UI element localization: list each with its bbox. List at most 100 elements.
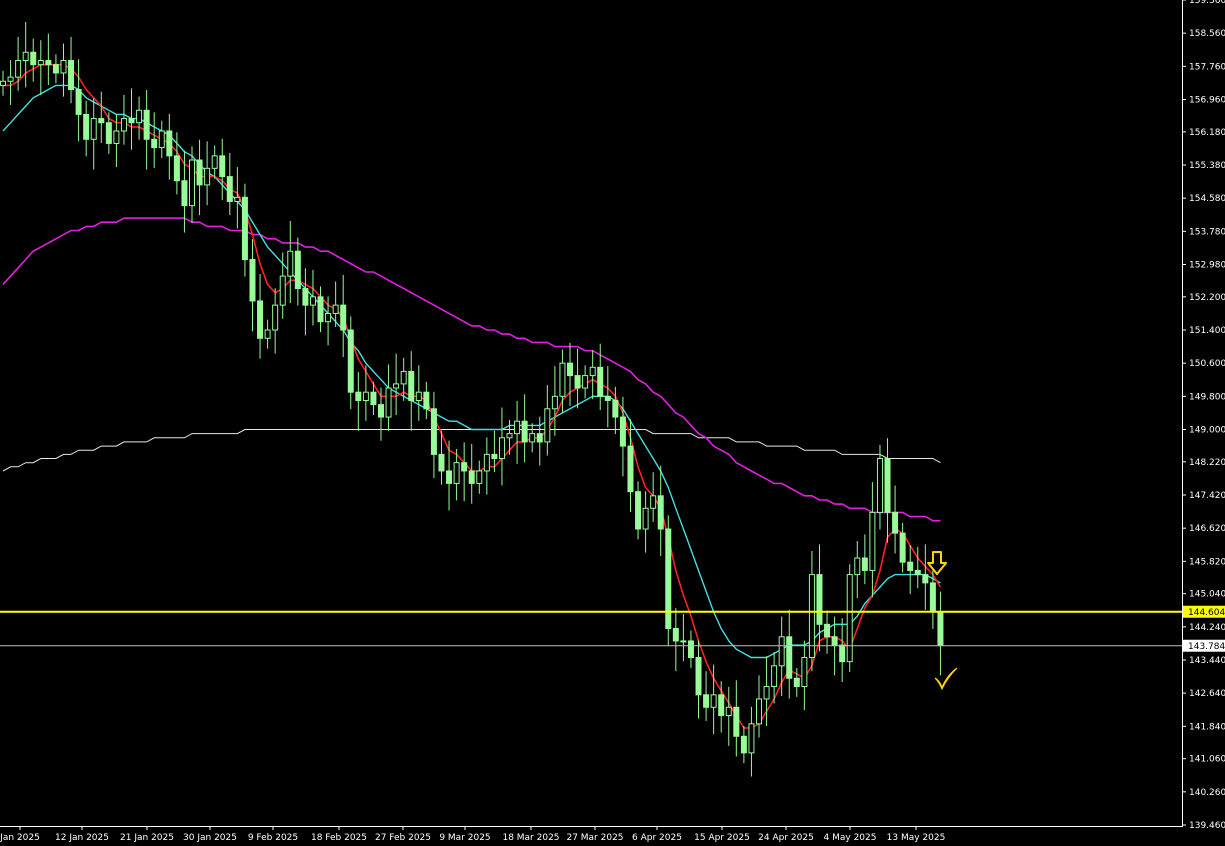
candle-body-bullish — [771, 665, 778, 688]
candle-body-bullish — [725, 706, 732, 717]
candle-body-bearish — [604, 395, 611, 401]
candle-body-bearish — [619, 416, 626, 447]
candle-body-bullish — [808, 574, 815, 659]
candle-body-bullish — [514, 420, 521, 435]
price-chart: 144.604 143.784 139.460 140.260 141.060 141.… — [0, 0, 1225, 846]
time-tick-label: 21 Jan 2025 — [120, 833, 174, 843]
candle-body-bearish — [597, 366, 604, 397]
candle-body-bullish — [158, 130, 165, 149]
candle-body-bearish — [816, 574, 823, 625]
candle-body-bearish — [98, 118, 105, 124]
candle-body-bearish — [438, 453, 445, 472]
candle-body-bearish — [83, 113, 90, 140]
candle-body-bearish — [370, 391, 377, 406]
candle-body-bullish — [15, 60, 22, 78]
candle-body-bearish — [408, 370, 415, 401]
candle-body-bearish — [219, 155, 226, 178]
candle-body-bullish — [211, 155, 218, 169]
price-tick-label: 152.980 — [1189, 260, 1225, 270]
time-tick-label: 15 Apr 2025 — [694, 833, 750, 843]
price-tick-label: 154.580 — [1189, 194, 1225, 204]
candle-body-bearish — [892, 511, 899, 534]
candle-body-bearish — [718, 694, 725, 717]
candle-body-bullish — [589, 366, 596, 377]
price-tick-label: 141.840 — [1189, 722, 1225, 732]
candle-body-bullish — [476, 470, 483, 484]
candle-body-bearish — [657, 495, 664, 530]
price-tick-label: 157.760 — [1189, 62, 1225, 72]
candle-body-bearish — [491, 453, 498, 460]
candle-body-bullish — [136, 109, 143, 124]
candle-body-bearish — [128, 118, 135, 124]
time-tick-label: 24 Apr 2025 — [758, 833, 814, 843]
price-tick-label: 152.200 — [1189, 293, 1225, 303]
candle-body-bearish — [294, 250, 301, 290]
candle-body-bearish — [695, 657, 702, 696]
time-tick-label: 27 Mar 2025 — [566, 833, 623, 843]
price-tick-label: 143.440 — [1189, 656, 1225, 666]
time-tick-label: 13 May 2025 — [887, 833, 946, 843]
price-tick-label: 156.960 — [1189, 95, 1225, 105]
time-tick-label: 18 Mar 2025 — [502, 833, 559, 843]
candle-body-bullish — [60, 60, 67, 74]
candle-body-bearish — [567, 362, 573, 377]
candle-body-bearish — [574, 375, 581, 389]
price-tick-label: 147.420 — [1189, 491, 1225, 501]
candle-body-bearish — [687, 640, 694, 659]
candle-body-bearish — [839, 644, 846, 663]
candle-body-bearish — [423, 391, 430, 410]
candle-body-bearish — [612, 399, 619, 418]
candle-body-bullish — [234, 196, 241, 202]
current-price-label: 143.784 — [1188, 642, 1225, 652]
candle-body-bearish — [733, 706, 740, 737]
candle-body-bearish — [937, 611, 944, 646]
price-tick-label: 149.000 — [1189, 425, 1225, 435]
candle-body-bullish — [0, 80, 6, 86]
price-tick-label: 159.360 — [1189, 0, 1225, 6]
candle-body-bullish — [309, 296, 316, 306]
candle-body-bullish — [279, 275, 286, 306]
candle-body-bullish — [287, 250, 294, 277]
candle-body-bullish — [400, 370, 407, 385]
candle-body-bullish — [189, 159, 195, 207]
candle-body-bearish — [249, 259, 256, 302]
price-tick-label: 146.620 — [1189, 524, 1225, 534]
candle-body-bullish — [544, 408, 551, 443]
candle-body-bullish — [325, 312, 332, 323]
candle-body-bearish — [884, 458, 891, 513]
time-tick-label: 9 Mar 2025 — [439, 833, 490, 843]
price-tick-label: 158.560 — [1189, 29, 1225, 39]
candle-body-bullish — [272, 304, 279, 331]
candle-body-bearish — [793, 677, 800, 688]
price-tick-label: 153.780 — [1189, 227, 1225, 237]
candle-body-bearish — [30, 51, 37, 66]
candle-body-bullish — [90, 118, 97, 140]
candle-body-bullish — [22, 51, 29, 62]
candle-body-bullish — [113, 130, 120, 144]
candle-body-bearish — [665, 528, 672, 629]
price-tick-label: 155.380 — [1189, 161, 1225, 171]
candle-body-bearish — [347, 329, 354, 393]
time-tick-label: 30 Jan 2025 — [183, 833, 237, 843]
candle-body-bullish — [120, 118, 127, 132]
price-tick-label: 150.600 — [1189, 359, 1225, 369]
candle-body-bearish — [468, 470, 475, 484]
candle-body-bearish — [786, 636, 793, 679]
candle-body-bullish — [483, 453, 490, 472]
candle-body-bullish — [332, 304, 339, 314]
candle-body-bearish — [241, 196, 248, 261]
candle-body-bearish — [196, 159, 203, 186]
price-tick-label: 145.040 — [1189, 590, 1225, 600]
candle-body-bullish — [876, 458, 883, 513]
chart-background — [0, 0, 1225, 846]
candle-body-bearish — [173, 155, 180, 182]
price-tick-label: 151.400 — [1189, 326, 1225, 336]
candle-body-bullish — [582, 375, 589, 389]
candle-body-bearish — [143, 109, 150, 140]
price-tick-label: 139.460 — [1189, 821, 1225, 831]
candle-body-bullish — [748, 723, 755, 754]
candle-body-bullish — [756, 698, 762, 725]
candle-body-bullish — [846, 574, 853, 663]
candle-body-bearish — [257, 300, 264, 339]
candle-body-bullish — [385, 387, 392, 418]
